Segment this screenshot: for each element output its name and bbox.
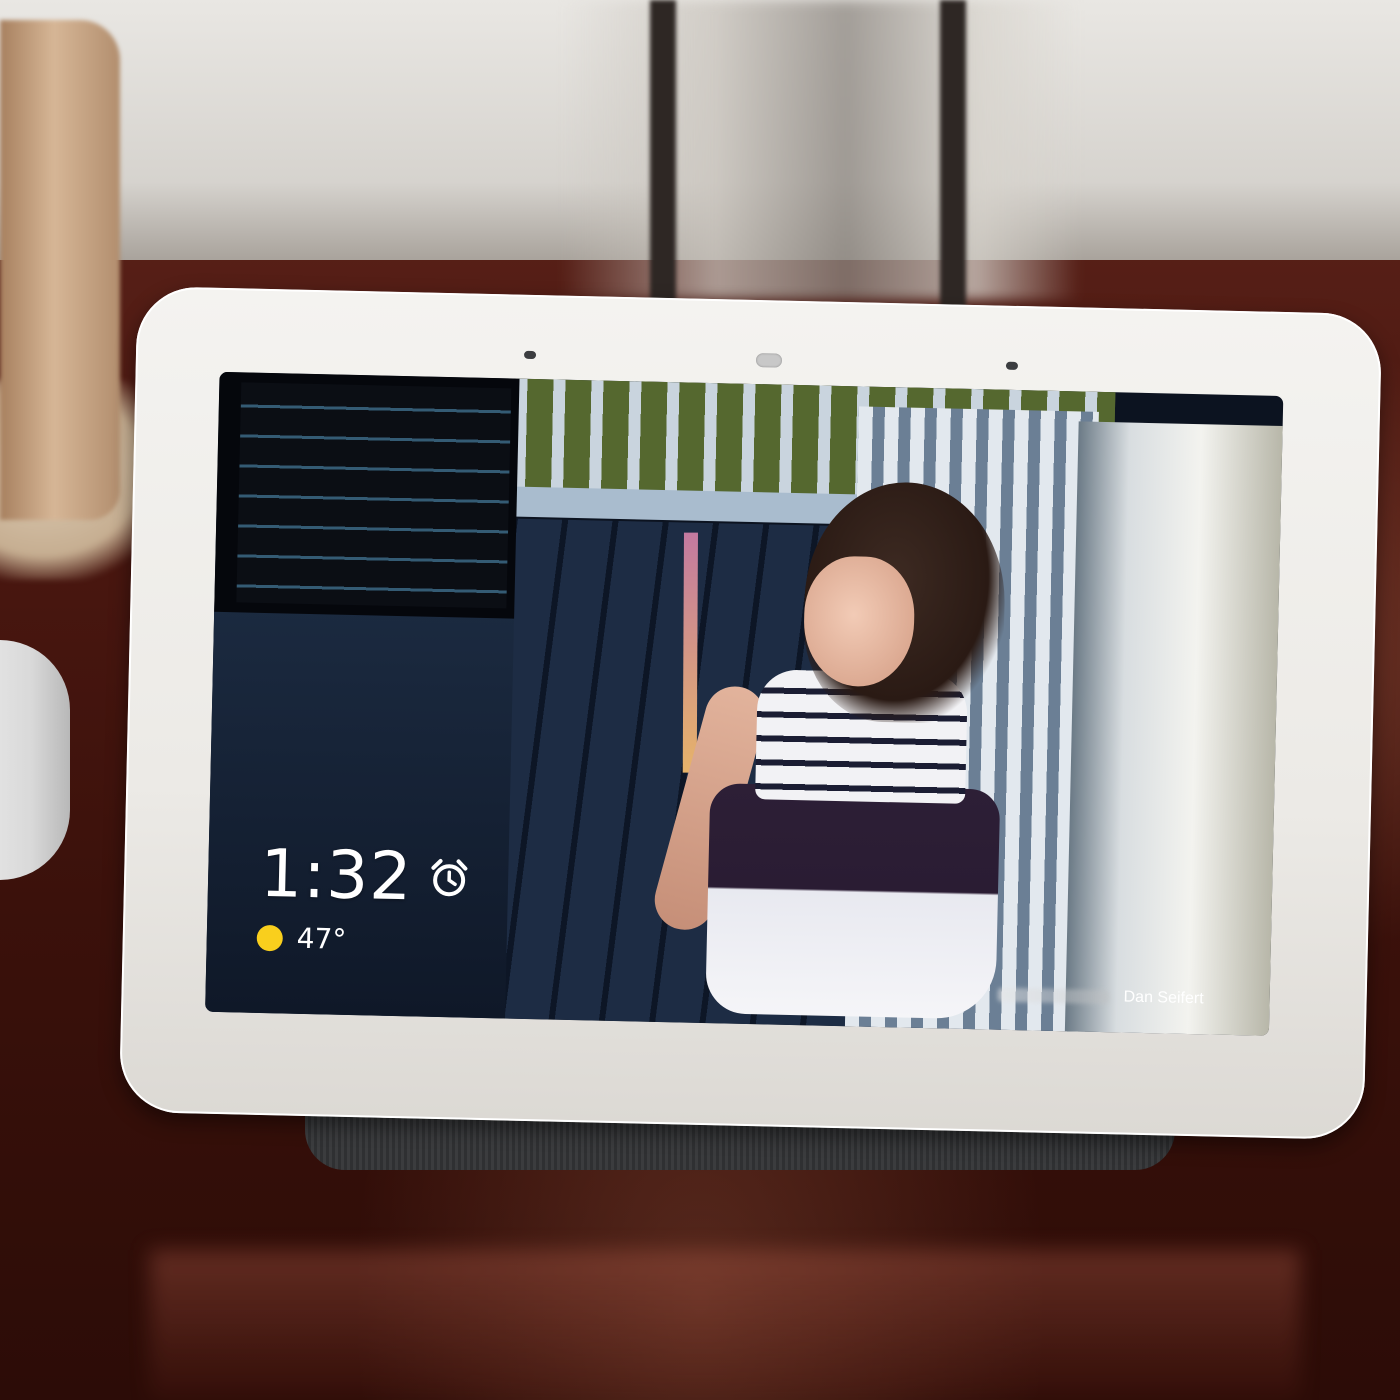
- mic-sensor: [1005, 361, 1019, 370]
- blurred-album-name: [997, 987, 1110, 1005]
- background-stand-leg: [940, 0, 966, 330]
- photo-sticks: [682, 532, 698, 773]
- photo-child-skirt: [705, 783, 1001, 1020]
- table-reflection: [150, 1250, 1300, 1400]
- alarm-clock-icon: [428, 856, 471, 899]
- ambient-clock: 1:32: [259, 835, 471, 917]
- photo-scene: 1:32 47° Dan Seifert: [0, 0, 1400, 1400]
- photo-porch-shadow: [205, 601, 515, 1019]
- photo-credit: Dan Seifert: [1123, 988, 1204, 1008]
- smart-display: 1:32 47° Dan Seifert: [118, 285, 1383, 1141]
- camera-sensor: [755, 353, 783, 368]
- mini-speaker: [0, 640, 70, 880]
- photo-porch-pillar: [1064, 421, 1284, 1036]
- lamp-base: [0, 20, 120, 520]
- temperature: 47°: [296, 921, 347, 956]
- display-screen[interactable]: 1:32 47° Dan Seifert: [205, 371, 1284, 1036]
- background-stand-leg: [650, 0, 676, 330]
- sun-icon: [256, 924, 284, 951]
- clock-time: 1:32: [259, 834, 414, 916]
- background-window: [560, 0, 1080, 300]
- photo-window-shutter: [236, 382, 512, 609]
- weather-widget: 47°: [256, 921, 347, 956]
- light-sensor: [523, 350, 537, 360]
